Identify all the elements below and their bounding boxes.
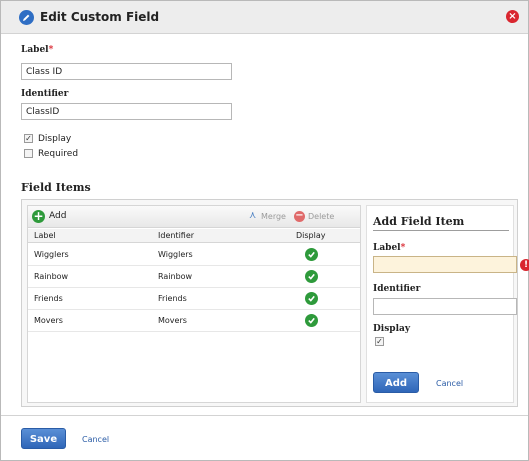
row-identifier: Movers (158, 316, 187, 325)
edit-custom-field-dialog: Edit Custom Field × Label* Identifier ✓ … (0, 0, 529, 461)
close-icon[interactable]: × (506, 10, 519, 23)
row-label: Rainbow (34, 272, 69, 281)
column-header-identifier[interactable]: Identifier (158, 231, 194, 240)
add-field-item-title: Add Field Item (373, 215, 509, 231)
display-checkbox[interactable]: ✓ (24, 134, 33, 143)
delete-label: Delete (308, 212, 335, 221)
row-label: Friends (34, 294, 63, 303)
minus-icon: − (294, 210, 305, 222)
column-header-label[interactable]: Label (34, 231, 56, 240)
identifier-caption: Identifier (21, 89, 69, 99)
row-identifier: Friends (158, 294, 187, 303)
table-row[interactable]: Movers Movers (28, 310, 360, 332)
merge-label: Merge (261, 212, 286, 221)
add-item-label: Add (49, 211, 67, 221)
row-label: Movers (34, 316, 63, 325)
display-checkbox-label: Display (38, 134, 72, 144)
grid-header: Label Identifier Display (28, 229, 360, 243)
table-row[interactable]: Wigglers Wigglers (28, 244, 360, 266)
check-icon (305, 270, 318, 283)
field-items-title: Field Items (21, 181, 91, 194)
new-item-identifier-caption: Identifier (373, 284, 421, 294)
save-button[interactable]: Save (21, 428, 66, 449)
new-item-display-caption: Display (373, 324, 411, 334)
dialog-titlebar: Edit Custom Field × (1, 1, 528, 34)
new-item-display-checkbox[interactable]: ✓ (375, 337, 384, 346)
pencil-icon (19, 10, 34, 25)
add-field-item-panel: Add Field Item Label* ! Identifier Displ… (366, 205, 529, 403)
field-items-grid: + Add ⋏ Merge − Delete Label Identifier … (27, 205, 361, 403)
required-checkbox-label: Required (38, 149, 79, 159)
add-item-submit-button[interactable]: Add (373, 372, 419, 393)
field-items-panel: + Add ⋏ Merge − Delete Label Identifier … (21, 199, 529, 407)
row-identifier: Rainbow (158, 272, 193, 281)
add-item-cancel-link[interactable]: Cancel (436, 379, 463, 388)
cancel-link[interactable]: Cancel (82, 435, 109, 444)
new-item-label-caption: Label* (373, 243, 406, 253)
grid-toolbar: + Add ⋏ Merge − Delete (28, 206, 360, 228)
check-icon (305, 292, 318, 305)
dialog-title: Edit Custom Field (40, 10, 160, 24)
new-item-identifier-input[interactable] (373, 298, 517, 315)
plus-icon: + (32, 209, 45, 223)
merge-icon: ⋏ (249, 210, 257, 221)
table-row[interactable]: Friends Friends (28, 288, 360, 310)
label-caption: Label* (21, 45, 54, 55)
identifier-input[interactable] (21, 103, 232, 120)
new-item-label-input[interactable] (373, 256, 517, 273)
row-label: Wigglers (34, 250, 69, 259)
required-checkbox[interactable] (24, 149, 33, 158)
table-row[interactable]: Rainbow Rainbow (28, 266, 360, 288)
check-icon (305, 248, 318, 261)
label-input[interactable] (21, 63, 232, 80)
error-icon: ! (520, 259, 529, 271)
row-identifier: Wigglers (158, 250, 193, 259)
check-icon (305, 314, 318, 327)
column-header-display[interactable]: Display (296, 231, 326, 240)
footer-divider (1, 415, 528, 416)
